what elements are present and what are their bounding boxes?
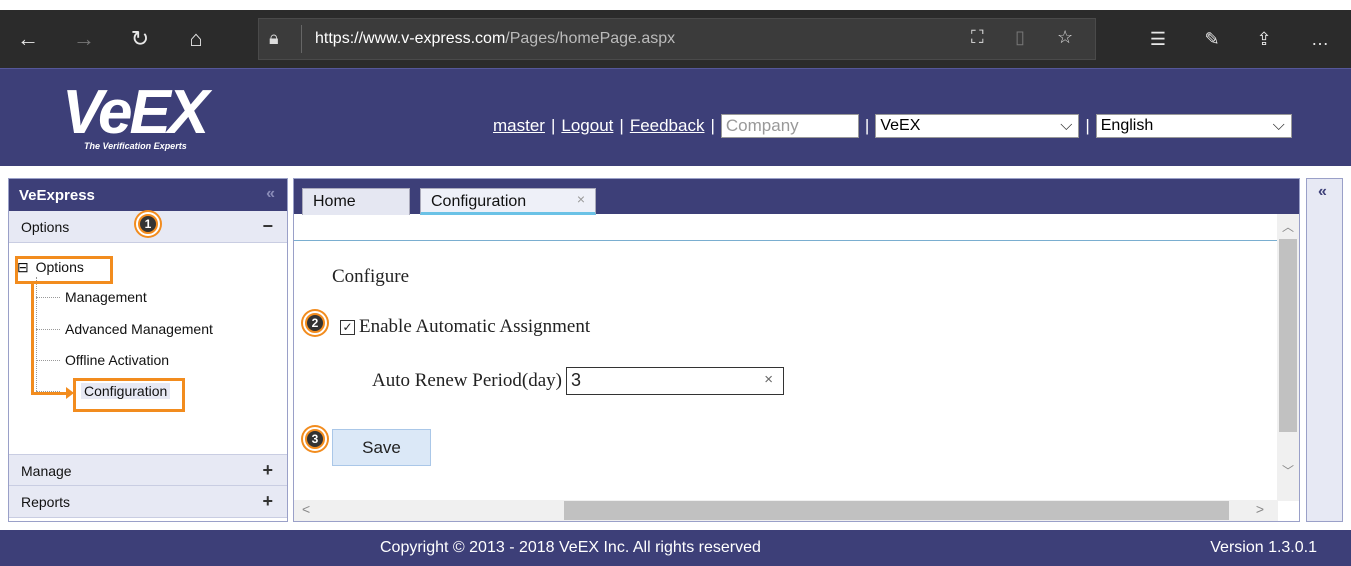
annotation-badge-1: 1 [136,212,160,236]
auto-assign-row: ✓ Enable Automatic Assignment [340,316,590,338]
auto-assign-label: Enable Automatic Assignment [359,316,591,337]
copyright-text: Copyright © 2013 - 2018 VeEX Inc. All ri… [380,539,761,556]
renew-row: Auto Renew Period(day) 3 × [372,367,784,395]
chevron-down-icon: ⌵ [1272,117,1285,134]
language-select[interactable]: English ⌵ [1095,114,1292,138]
clear-icon[interactable]: × [764,371,773,388]
accordion-manage[interactable]: Manage + [9,454,287,486]
version-text: Version 1.3.0.1 [1210,539,1317,556]
logo-tagline: The Verification Experts [84,141,187,151]
renew-period-input[interactable]: 3 × [565,367,784,395]
separator: | [550,116,556,135]
scroll-left-icon[interactable]: < [302,501,310,517]
sidebar-title: VeExpress « [9,179,287,211]
tab-home-label: Home [313,193,356,210]
accordion-options-label: Options [21,219,70,235]
expand-right-icon[interactable]: « [1318,183,1327,201]
company-select-value: VeEX [880,117,921,134]
annotation-badge-2: 2 [303,311,327,335]
reading-view-icon[interactable]: ▯ [1015,27,1025,48]
home-icon[interactable]: ⌂ [176,10,216,68]
collapse-icon[interactable]: − [262,216,273,237]
tab-configuration[interactable]: Configuration × [420,188,596,215]
back-icon[interactable]: ← [8,10,48,68]
renew-label: Auto Renew Period(day) [372,370,562,391]
auto-assign-checkbox[interactable]: ✓ [340,319,355,335]
browser-toolbar: ← → ↻ ⌂ 🔒︎ https://www.v-express.com/Pag… [0,0,1351,68]
badge-number: 2 [307,315,323,331]
save-button[interactable]: Save [332,429,431,466]
accordion-reports-label: Reports [21,494,71,510]
scroll-down-icon[interactable]: ﹀ [1282,462,1294,479]
annotation-arrow-head [66,387,74,399]
expand-icon[interactable]: + [262,491,273,512]
vertical-scroll-thumb[interactable] [1279,239,1297,432]
refresh-icon[interactable]: ↻ [120,10,160,68]
vertical-scrollbar[interactable]: ︿ ﹀ [1277,214,1299,501]
tab-bar: Home Configuration × [294,179,1299,215]
main-panel: Home Configuration × Configure ✓ Enable … [293,178,1300,522]
tree-line [36,360,60,361]
annotation-badge-3: 3 [303,427,327,451]
tree-item-advanced-management[interactable]: Advanced Management [65,321,213,337]
close-tab-icon[interactable]: × [577,191,585,207]
expand-icon[interactable]: + [262,460,273,481]
tree-line [36,297,60,298]
favorites-list-icon[interactable]: ☰ [1138,10,1178,68]
tree-item-offline-activation[interactable]: Offline Activation [65,352,169,368]
renew-period-value: 3 [570,370,581,390]
scroll-up-icon[interactable]: ︿ [1282,218,1294,235]
site-header: VeEX The Verification Experts master | L… [0,68,1351,166]
forward-icon[interactable]: → [64,10,104,68]
tree-line [36,329,60,330]
feedback-link[interactable]: Feedback [630,116,705,136]
translate-icon[interactable]: ⛶ [971,27,984,48]
company-input[interactable]: Company [720,114,859,138]
collapse-left-icon[interactable]: « [266,185,275,203]
horizontal-scrollbar[interactable]: < > [294,500,1278,521]
sidebar-title-text: VeExpress [19,187,95,204]
logout-link[interactable]: Logout [561,116,613,136]
annotation-box-options [15,256,113,284]
url-path: /Pages/homePage.aspx [505,30,676,47]
url-text: https://www.v-express.com/Pages/homePage… [315,30,675,48]
logo-mark: VeEX [62,78,209,147]
veex-logo: VeEX The Verification Experts [62,78,242,153]
separator: | [864,116,870,135]
separator: | [619,116,624,135]
address-bar[interactable]: 🔒︎ https://www.v-express.com/Pages/homeP… [258,18,1096,60]
footer: Copyright © 2013 - 2018 VeEX Inc. All ri… [0,530,1351,566]
horizontal-scroll-thumb[interactable] [564,501,1229,520]
language-select-value: English [1100,117,1154,134]
accordion-reports[interactable]: Reports + [9,486,287,518]
content-divider [294,240,1278,241]
tree-item-management[interactable]: Management [65,289,147,305]
right-collapsed-panel[interactable]: « [1306,178,1343,522]
annotation-arrow-line [31,284,34,394]
separator: | [1085,116,1090,135]
badge-number: 3 [307,431,323,447]
lock-icon: 🔒︎ [269,28,279,48]
scroll-right-icon[interactable]: > [1256,501,1264,517]
url-host: https://www.v-express.com [315,30,506,47]
badge-number: 1 [140,216,156,232]
tab-configuration-label: Configuration [431,193,527,210]
address-separator [301,25,302,53]
more-icon[interactable]: … [1300,10,1340,68]
company-select[interactable]: VeEX ⌵ [875,114,1080,138]
separator: | [710,116,715,135]
annotation-box-configuration [73,378,185,412]
user-link[interactable]: master [493,116,545,136]
annotation-arrow-line [31,392,69,395]
accordion-manage-label: Manage [21,463,72,479]
header-links: master | Logout | Feedback | Company | V… [493,114,1292,138]
page-title: Configure [332,266,410,287]
tab-home[interactable]: Home [302,188,410,215]
chevron-down-icon: ⌵ [1060,117,1073,134]
pen-icon[interactable]: ✎ [1192,10,1232,68]
favorite-star-icon[interactable]: ☆ [1057,27,1073,48]
tree-line [36,277,37,391]
share-icon[interactable]: ⇪ [1244,10,1284,68]
configuration-content: Configure ✓ Enable Automatic Assignment … [294,214,1278,501]
